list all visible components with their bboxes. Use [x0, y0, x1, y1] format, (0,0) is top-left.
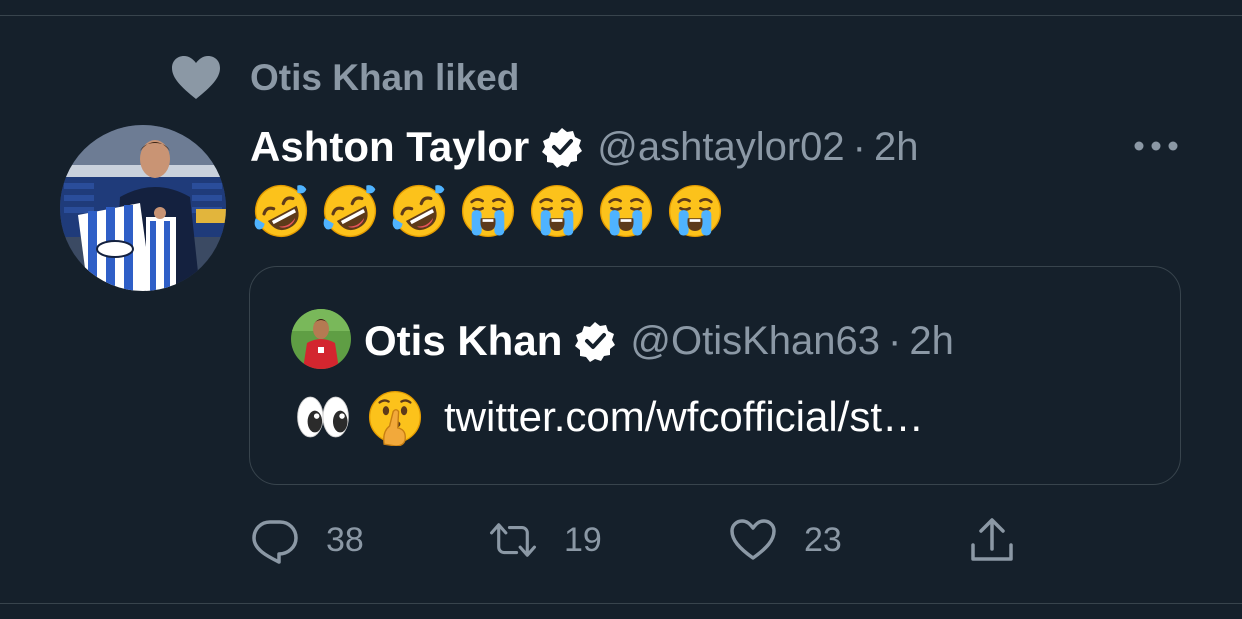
- like-button[interactable]: 23: [728, 510, 842, 570]
- retweet-icon: [488, 515, 538, 565]
- social-context[interactable]: Otis Khan liked: [170, 52, 519, 104]
- quoted-avatar-photo: [291, 309, 351, 369]
- tweet-text: [252, 182, 724, 240]
- separator-dot: ·: [852, 124, 866, 169]
- crying-emoji-icon: [528, 182, 586, 240]
- quoted-text: twitter.com/wfcofficial/st…: [294, 389, 924, 445]
- bottom-divider: [0, 603, 1242, 604]
- quoted-link[interactable]: twitter.com/wfcofficial/st…: [444, 393, 924, 441]
- avatar[interactable]: [60, 125, 226, 291]
- reply-button[interactable]: 38: [250, 510, 364, 570]
- shushing-emoji-icon: [366, 388, 424, 446]
- eyes-emoji-icon: [294, 388, 352, 446]
- more-options-icon[interactable]: [1126, 130, 1186, 162]
- rofl-emoji-icon: [321, 182, 379, 240]
- avatar-photo: [60, 125, 226, 291]
- tweet-timestamp[interactable]: 2h: [874, 125, 919, 170]
- crying-emoji-icon: [597, 182, 655, 240]
- author-display-name[interactable]: Ashton Taylor: [250, 123, 529, 171]
- heart-icon: [170, 52, 222, 104]
- social-context-text: Otis Khan liked: [250, 57, 520, 98]
- share-icon: [967, 515, 1017, 565]
- rofl-emoji-icon: [390, 182, 448, 240]
- crying-emoji-icon: [666, 182, 724, 240]
- quoted-display-name[interactable]: Otis Khan: [364, 317, 562, 365]
- reply-icon: [250, 515, 300, 565]
- like-count: 23: [804, 520, 842, 559]
- author-handle[interactable]: @ashtaylor02: [597, 125, 844, 170]
- verified-badge-icon: [574, 320, 616, 362]
- quoted-handle: @OtisKhan63: [630, 318, 880, 363]
- quoted-avatar[interactable]: [291, 309, 351, 369]
- rofl-emoji-icon: [252, 182, 310, 240]
- like-icon: [728, 515, 778, 565]
- quoted-tweet-card[interactable]: Otis Khan @OtisKhan63 · 2h twitter.com/w…: [249, 266, 1181, 485]
- crying-emoji-icon: [459, 182, 517, 240]
- retweet-button[interactable]: 19: [488, 510, 602, 570]
- quoted-timestamp: 2h: [909, 318, 954, 363]
- verified-badge-icon: [541, 126, 583, 168]
- action-bar: 38 19 23: [0, 510, 1242, 570]
- separator-dot: ·: [888, 318, 902, 363]
- tweet-header: Ashton Taylor @ashtaylor02 · 2h: [250, 122, 918, 172]
- tweet-page: Otis Khan liked Ashton Taylor @ashtaylor…: [0, 0, 1242, 619]
- reply-count: 38: [326, 520, 364, 559]
- share-button[interactable]: [967, 510, 1017, 570]
- top-divider: [0, 15, 1242, 16]
- quoted-header: Otis Khan @OtisKhan63 · 2h: [364, 316, 954, 366]
- retweet-count: 19: [564, 520, 602, 559]
